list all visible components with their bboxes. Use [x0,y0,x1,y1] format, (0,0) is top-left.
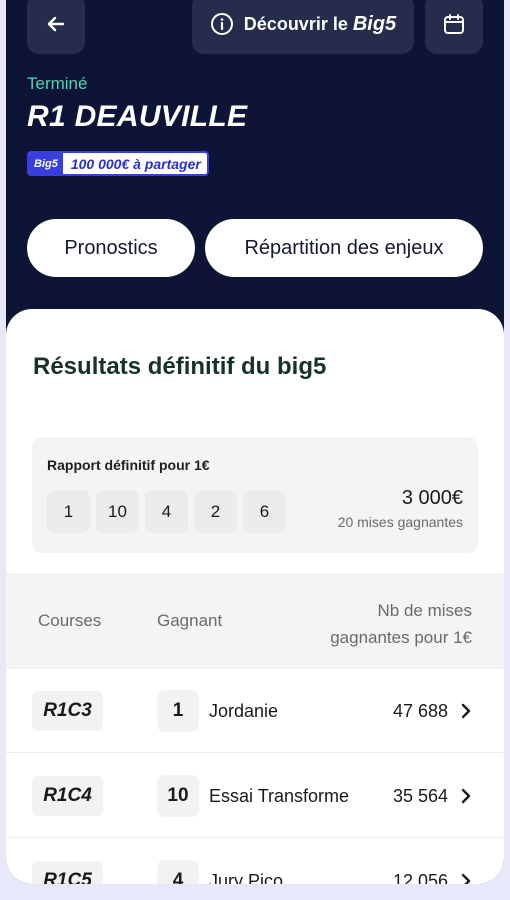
horse-number: 10 [157,775,199,817]
report-label: Rapport définitif pour 1€ [47,457,210,473]
table-row[interactable]: R1C3 1 Jordanie 47 688 [6,669,504,753]
winning-bets-value: 47 688 [392,701,448,721]
report-amount: 3 000€ [401,487,463,509]
top-bar: Découvrir le Big5 [6,0,504,56]
horse-number: 4 [157,860,199,884]
horse-number: 1 [157,690,199,732]
number-chip: 1 [47,490,90,533]
chevron-right-icon [461,788,471,804]
calendar-icon [444,14,464,34]
horse-name: Jury Pico [209,871,284,884]
big5-logo: Big5 [29,153,63,174]
arrow-left-icon [47,16,65,32]
course-badge: R1C5 [32,861,103,884]
winning-bets-value: 35 564 [392,786,448,806]
table-row[interactable]: R1C4 10 Essai Transforme 35 564 [6,754,504,838]
discover-label: Découvrir le [243,13,348,34]
race-status: Terminé [27,74,88,93]
jackpot-amount: 100 000€ à partager [70,155,201,172]
discover-big5-button[interactable]: Découvrir le Big5 [192,0,414,54]
course-badge: R1C3 [32,691,103,731]
results-title: Résultats définitif du big5 [33,353,327,380]
column-mises: Nb de mises gagnantes pour 1€ [330,597,472,651]
big5-brand-text: Big5 [352,12,397,35]
number-chip: 10 [96,490,139,533]
race-title: R1 DEAUVILLE [27,100,248,133]
winning-bets-value: 12 056 [392,871,448,884]
tab-pronostics[interactable]: Pronostics [27,219,195,277]
course-badge: R1C4 [32,776,103,816]
column-mises-line2: gagnantes pour 1€ [330,628,472,647]
table-row[interactable]: R1C5 4 Jury Pico 12 056 [6,839,504,884]
winning-numbers: 1 10 4 2 6 [47,490,286,533]
column-mises-line1: Nb de mises [377,601,472,620]
app-screen: Découvrir le Big5 Terminé R1 DEAUVILLE B… [6,0,504,884]
horse-name: Essai Transforme [209,786,350,806]
number-chip: 6 [243,490,286,533]
table-header: Courses Gagnant Nb de mises gagnantes po… [6,573,504,669]
chevron-right-icon [461,873,471,884]
number-chip: 4 [145,490,188,533]
back-button[interactable] [27,0,85,54]
number-chip: 2 [194,490,237,533]
jackpot-badge: Big5 100 000€ à partager [27,151,209,176]
final-report-card: Rapport définitif pour 1€ 1 10 4 2 6 3 0… [32,437,478,553]
results-sheet: Résultats définitif du big5 Rapport défi… [6,309,504,884]
horse-name: Jordanie [209,701,279,721]
tab-repartition-enjeux[interactable]: Répartition des enjeux [205,219,483,277]
winning-bets-count: 20 mises gagnantes [337,514,463,530]
column-gagnant: Gagnant [157,611,223,630]
info-circle-icon [210,13,233,35]
column-courses: Courses [38,611,102,630]
calendar-button[interactable] [425,0,483,54]
chevron-right-icon [461,703,471,719]
